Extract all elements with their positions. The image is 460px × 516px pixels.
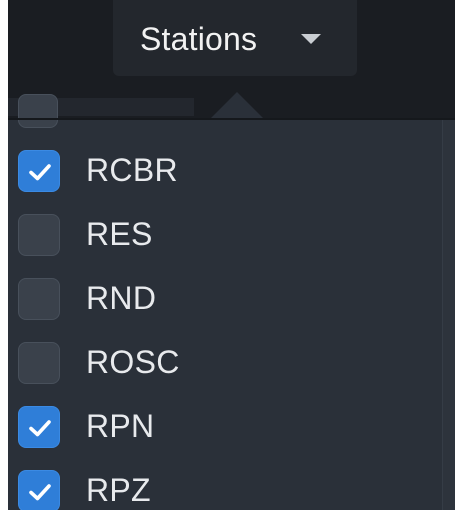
station-checkbox[interactable]	[18, 470, 60, 510]
station-row-rpz[interactable]: RPZ	[8, 458, 438, 510]
station-label: RES	[86, 216, 153, 252]
toolbar: Stations	[8, 0, 455, 118]
station-checkbox[interactable]	[18, 406, 60, 448]
station-row-rnd[interactable]: RND	[8, 266, 438, 330]
station-checkbox[interactable]	[18, 278, 60, 320]
station-row-res[interactable]: RES	[8, 202, 438, 266]
stations-dropdown-label: Stations	[140, 21, 258, 57]
station-label: RND	[86, 280, 157, 316]
station-row-rosc[interactable]: ROSC	[8, 330, 438, 394]
check-icon	[29, 164, 51, 181]
panel-divider	[8, 118, 455, 120]
station-label: RPZ	[86, 472, 151, 508]
station-checkbox[interactable]	[18, 150, 60, 192]
partial-checkbox[interactable]	[18, 94, 58, 128]
station-row-rpn[interactable]: RPN	[8, 394, 438, 458]
app-frame: Stations RCBR RES RND ROSC RPN RPZ	[8, 0, 455, 510]
station-checkbox[interactable]	[18, 342, 60, 384]
station-checkbox[interactable]	[18, 214, 60, 256]
station-label: ROSC	[86, 344, 180, 380]
station-label: RCBR	[86, 152, 178, 188]
check-icon	[29, 420, 51, 437]
stations-list-panel: RCBR RES RND ROSC RPN RPZ	[8, 94, 455, 510]
station-label: RPN	[86, 408, 155, 444]
scrollbar[interactable]	[442, 120, 455, 510]
station-row-rcbr[interactable]: RCBR	[8, 138, 438, 202]
popover-arrow	[211, 92, 263, 118]
check-icon	[29, 484, 51, 501]
stations-dropdown-button[interactable]: Stations	[113, 0, 357, 76]
caret-down-icon	[301, 34, 321, 44]
